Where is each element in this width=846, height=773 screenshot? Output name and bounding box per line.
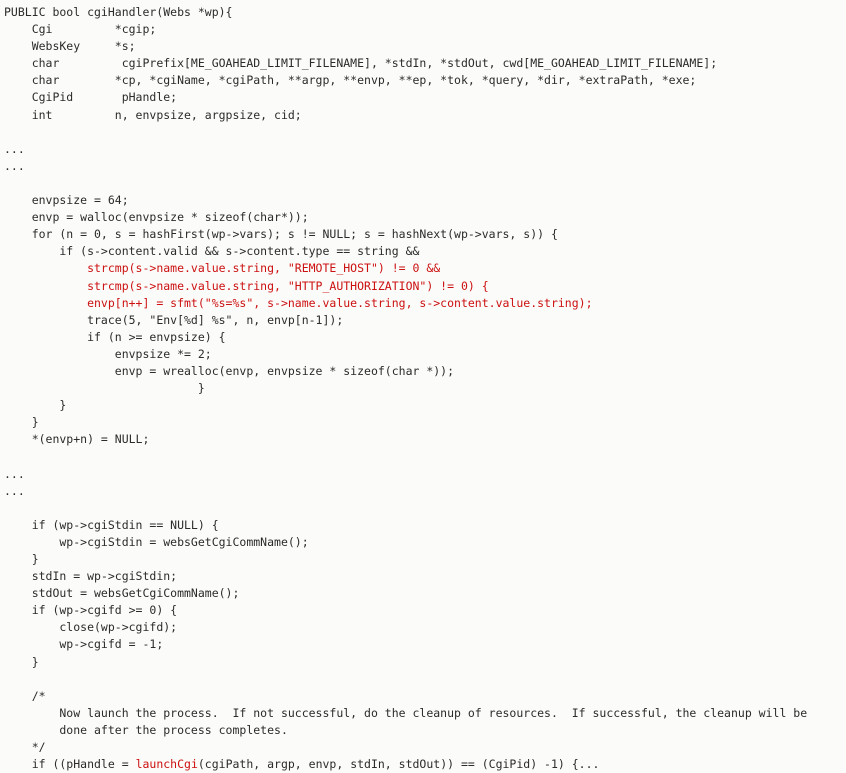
- code-listing: PUBLIC bool cgiHandler(Webs *wp){ Cgi *c…: [0, 0, 846, 771]
- code-line: if (s->content.valid && s->content.type …: [4, 244, 420, 259]
- code-line: envpsize *= 2;: [4, 346, 212, 361]
- code-line: close(wp->cgifd);: [4, 620, 178, 635]
- code-line: strcmp(s->name.value.string, "REMOTE_HOS…: [4, 261, 441, 276]
- code-line: char cgiPrefix[ME_GOAHEAD_LIMIT_FILENAME…: [4, 56, 718, 71]
- code-line: int n, envpsize, argpsize, cid;: [4, 107, 302, 122]
- code-line: CgiPid pHandle;: [4, 90, 178, 105]
- highlighted-token: launchCgi: [135, 757, 198, 772]
- code-line: ...: [4, 466, 25, 481]
- code-line: }: [4, 552, 39, 566]
- code-line: ...: [4, 483, 25, 498]
- code-line: ...: [4, 141, 25, 156]
- code-line: Cgi *cgip;: [4, 22, 157, 37]
- code-line: wp->cgiStdin = websGetCgiCommName();: [4, 534, 309, 549]
- code-line: wp->cgifd = -1;: [4, 637, 164, 652]
- code-line: if (wp->cgiStdin == NULL) {: [4, 517, 219, 532]
- code-line: for (n = 0, s = hashFirst(wp->vars); s !…: [4, 227, 558, 242]
- code-line: char *cp, *cgiName, *cgiPath, **argp, **…: [4, 73, 697, 88]
- code-line: stdOut = websGetCgiCommName();: [4, 586, 240, 601]
- code-line: ...: [4, 158, 25, 173]
- code-line: envpsize = 64;: [4, 193, 129, 208]
- code-line: envp[n++] = sfmt("%s=%s", s->name.value.…: [4, 295, 593, 310]
- code-line: strcmp(s->name.value.string, "HTTP_AUTHO…: [4, 278, 489, 293]
- code-line: }: [4, 381, 205, 396]
- code-line: *(envp+n) = NULL;: [4, 432, 150, 447]
- code-line: envp = wrealloc(envp, envpsize * sizeof(…: [4, 363, 455, 378]
- code-line: if ((pHandle = launchCgi(cgiPath, argp, …: [4, 757, 600, 772]
- code-line: WebsKey *s;: [4, 39, 136, 54]
- code-line: if (wp->cgifd >= 0) {: [4, 603, 178, 618]
- code-line: PUBLIC bool cgiHandler(Webs *wp){: [4, 5, 233, 19]
- code-line: if (n >= envpsize) {: [4, 329, 226, 344]
- code-line: stdIn = wp->cgiStdin;: [4, 569, 178, 584]
- code-line: }: [4, 398, 67, 413]
- code-line: envp = walloc(envpsize * sizeof(char*));: [4, 210, 309, 225]
- code-line: /*: [4, 688, 46, 703]
- code-line: trace(5, "Env[%d] %s", n, envp[n-1]);: [4, 312, 344, 327]
- code-line: }: [4, 415, 39, 430]
- code-line: done after the process completes.: [4, 722, 288, 737]
- code-line: */: [4, 740, 46, 755]
- code-line: Now launch the process. If not successfu…: [4, 705, 808, 720]
- code-line: }: [4, 654, 39, 669]
